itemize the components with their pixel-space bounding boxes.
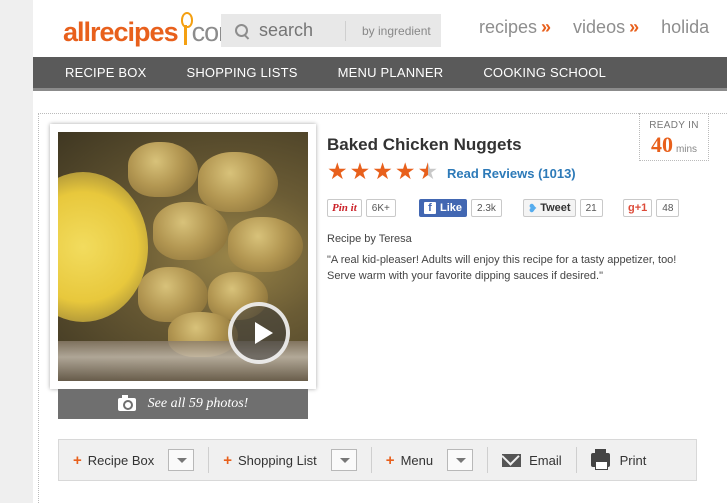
play-video-button[interactable] bbox=[228, 302, 290, 364]
menu-label: Menu bbox=[400, 452, 434, 468]
read-reviews-label: Read Reviews bbox=[447, 166, 535, 181]
star-icon: ★ bbox=[394, 158, 416, 184]
see-all-photos-label: See all 59 photos! bbox=[147, 396, 249, 411]
facebook-like-button[interactable]: f Like bbox=[419, 199, 468, 217]
shopping-list-dropdown[interactable] bbox=[330, 449, 357, 471]
reviews-count: (1013) bbox=[538, 166, 576, 181]
add-to-recipe-box-button[interactable]: + Recipe Box bbox=[59, 440, 208, 480]
recipe-box-dropdown[interactable] bbox=[168, 449, 195, 471]
half-star-icon: ★ bbox=[417, 158, 439, 184]
search-icon[interactable] bbox=[235, 23, 249, 38]
search-by-ingredient[interactable]: by ingredient bbox=[362, 24, 431, 38]
print-label: Print bbox=[619, 452, 647, 468]
recipe-action-bar: + Recipe Box + Shopping List + Menu Emai… bbox=[58, 439, 697, 481]
plus-icon: + bbox=[73, 451, 82, 469]
photo-detail bbox=[228, 217, 303, 272]
star-icon: ★ bbox=[327, 158, 348, 184]
photo-detail bbox=[198, 152, 278, 212]
photo-dip-bowl bbox=[58, 172, 148, 322]
nav-recipe-box[interactable]: RECIPE BOX bbox=[65, 65, 146, 80]
menu-dropdown[interactable] bbox=[447, 449, 474, 471]
email-label: Email bbox=[529, 452, 562, 468]
read-reviews-link[interactable]: Read Reviews (1013) bbox=[447, 166, 576, 181]
star-icon: ★ bbox=[372, 158, 393, 184]
facebook-like-label: Like bbox=[440, 202, 463, 214]
top-nav-videos[interactable]: videos» bbox=[573, 17, 639, 38]
email-button[interactable]: Email bbox=[488, 440, 576, 480]
gplus-share: g+1 48 bbox=[623, 198, 680, 218]
search-input[interactable] bbox=[259, 20, 339, 41]
add-to-shopping-list-button[interactable]: + Shopping List bbox=[209, 440, 371, 480]
top-nav-holidays[interactable]: holida bbox=[661, 17, 709, 38]
email-icon bbox=[502, 453, 522, 467]
star-icon: ★ bbox=[349, 158, 371, 184]
top-nav: recipes» videos» holida bbox=[479, 17, 709, 38]
top-nav-label: recipes bbox=[479, 17, 538, 37]
search-box[interactable]: by ingredient bbox=[221, 14, 441, 47]
pinterest-share: Pin it 6K+ bbox=[327, 198, 396, 218]
print-button[interactable]: Print bbox=[577, 440, 661, 480]
see-all-photos-button[interactable]: See all 59 photos! bbox=[58, 389, 308, 419]
whisk-icon bbox=[179, 12, 193, 48]
add-to-menu-button[interactable]: + Menu bbox=[372, 440, 487, 480]
rating-stars[interactable]: ★ ★ ★ ★ ★ bbox=[327, 160, 438, 183]
photo-detail bbox=[128, 142, 198, 197]
camera-icon bbox=[117, 394, 136, 411]
nav-shopping-lists[interactable]: SHOPPING LISTS bbox=[186, 65, 297, 80]
facebook-icon: f bbox=[424, 202, 436, 214]
plus-icon: + bbox=[223, 451, 233, 469]
top-nav-label: videos bbox=[573, 17, 626, 37]
pinterest-button[interactable]: Pin it bbox=[327, 199, 362, 217]
pinterest-count: 6K+ bbox=[365, 199, 396, 217]
twitter-count: 21 bbox=[579, 199, 603, 217]
twitter-share: ❥ Tweet 21 bbox=[523, 198, 603, 218]
gplus-button[interactable]: g+1 bbox=[623, 199, 653, 217]
printer-icon bbox=[590, 449, 610, 470]
search-divider bbox=[345, 20, 346, 41]
facebook-count: 2.3k bbox=[471, 199, 502, 217]
top-nav-recipes[interactable]: recipes» bbox=[479, 17, 551, 38]
gplus-count: 48 bbox=[656, 199, 680, 217]
page: allrecipes com ® by ingredient recipes» … bbox=[33, 0, 727, 503]
nav-cooking-school[interactable]: COOKING SCHOOL bbox=[483, 65, 606, 80]
facebook-share: f Like 2.3k bbox=[419, 198, 502, 218]
allrecipes-logo[interactable]: allrecipes com ® bbox=[63, 8, 246, 48]
recipe-title: Baked Chicken Nuggets bbox=[327, 135, 522, 154]
chevron-right-icon: » bbox=[541, 17, 552, 37]
logo-text-left: allrecipes bbox=[63, 17, 179, 47]
recipe-photo-card bbox=[50, 124, 316, 389]
chevron-right-icon: » bbox=[629, 17, 640, 37]
ready-in-label: READY IN bbox=[649, 120, 699, 131]
nav-menu-planner[interactable]: MENU PLANNER bbox=[338, 65, 444, 80]
tweet-label: Tweet bbox=[540, 202, 571, 214]
ready-in-minutes: 40 bbox=[650, 132, 673, 157]
main-navbar: RECIPE BOX SHOPPING LISTS MENU PLANNER C… bbox=[33, 57, 727, 91]
ready-in-unit: mins bbox=[675, 144, 698, 155]
tweet-button[interactable]: ❥ Tweet bbox=[523, 199, 576, 217]
photo-detail bbox=[153, 202, 228, 260]
recipe-photo[interactable] bbox=[58, 132, 308, 381]
top-nav-label: holida bbox=[661, 17, 710, 37]
shopping-list-label: Shopping List bbox=[238, 452, 317, 468]
plus-icon: + bbox=[385, 451, 395, 469]
ready-in-box: READY IN 40 mins bbox=[639, 113, 709, 161]
twitter-icon: ❥ bbox=[528, 202, 538, 215]
recipe-box-label: Recipe Box bbox=[87, 452, 155, 468]
recipe-description: "A real kid-pleaser! Adults will enjoy t… bbox=[327, 254, 677, 282]
recipe-byline: Recipe by Teresa bbox=[327, 233, 412, 245]
